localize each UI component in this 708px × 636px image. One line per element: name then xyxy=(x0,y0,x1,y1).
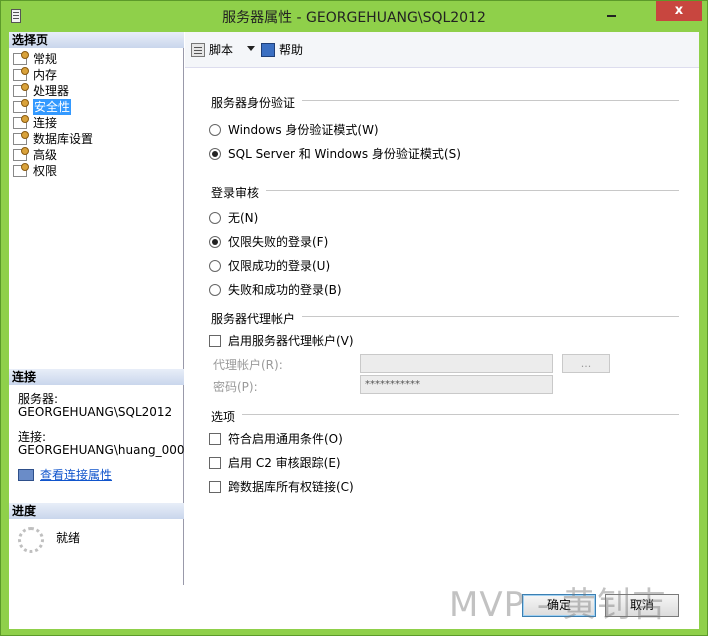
audit-both-radio[interactable]: 失败和成功的登录(B) xyxy=(209,281,342,298)
radio-button[interactable] xyxy=(209,283,221,296)
dialog-client: 选择页 常规 内存 处理器 安全性 连接 数据库设置 高级 权限 连接 服务器:… xyxy=(9,32,699,629)
auth-mixed-radio[interactable]: SQL Server 和 Windows 身份验证模式(S) xyxy=(209,145,461,162)
page-item-advanced[interactable]: 高级 xyxy=(13,147,93,163)
connection-properties-icon xyxy=(18,468,34,481)
page-item-memory[interactable]: 内存 xyxy=(13,67,93,83)
script-label: 脚本 xyxy=(209,43,234,57)
audit-failed-radio[interactable]: 仅限失败的登录(F) xyxy=(209,233,328,250)
checkbox[interactable] xyxy=(209,480,221,493)
proxy-group-title: 服务器代理帐户 xyxy=(211,312,296,326)
auth-mixed-label: SQL Server 和 Windows 身份验证模式(S) xyxy=(228,147,461,161)
page-label: 内存 xyxy=(33,68,58,82)
close-button[interactable]: x xyxy=(656,1,702,21)
minimize-button[interactable] xyxy=(605,7,619,19)
page-item-security[interactable]: 安全性 xyxy=(13,99,93,115)
script-icon xyxy=(191,42,205,57)
page-label: 安全性 xyxy=(33,99,72,115)
cross-db-chaining-label: 跨数据库所有权链接(C) xyxy=(228,480,354,494)
select-page-header: 选择页 xyxy=(9,32,184,48)
left-pane: 选择页 常规 内存 处理器 安全性 连接 数据库设置 高级 权限 连接 服务器:… xyxy=(9,32,185,585)
help-button[interactable]: 帮助 xyxy=(261,41,303,58)
page-icon xyxy=(13,67,29,81)
ok-button[interactable]: 确定 xyxy=(522,594,596,617)
checkbox[interactable] xyxy=(209,432,221,445)
auth-windows-label: Windows 身份验证模式(W) xyxy=(228,123,379,137)
page-icon xyxy=(13,99,29,113)
radio-button[interactable] xyxy=(209,235,221,248)
script-dropdown-arrow-icon[interactable] xyxy=(247,46,255,51)
checkbox[interactable] xyxy=(209,334,221,347)
connection-info: 服务器: GEORGEHUANG\SQL2012 连接: GEORGEHUANG… xyxy=(18,393,185,457)
script-button[interactable]: 脚本 xyxy=(191,41,233,58)
connection-value: GEORGEHUANG\huang_000 xyxy=(18,443,185,457)
options-group-title: 选项 xyxy=(211,410,236,424)
progress-spinner-icon xyxy=(18,527,44,553)
cancel-button[interactable]: 取消 xyxy=(605,594,679,617)
audit-success-label: 仅限成功的登录(U) xyxy=(228,259,331,273)
dialog-window: 服务器属性 - GEORGEHUANG\SQL2012 x 选择页 常规 内存 … xyxy=(0,0,708,636)
page-item-connections[interactable]: 连接 xyxy=(13,115,93,131)
toolbar: 脚本 帮助 xyxy=(185,32,699,68)
audit-none-radio[interactable]: 无(N) xyxy=(209,209,258,226)
audit-failed-label: 仅限失败的登录(F) xyxy=(228,235,329,249)
page-label: 处理器 xyxy=(33,84,70,98)
c2-audit-label: 启用 C2 审核跟踪(E) xyxy=(228,456,341,470)
enable-proxy-label: 启用服务器代理帐户(V) xyxy=(228,334,354,348)
browse-button[interactable]: ... xyxy=(562,354,610,373)
radio-button[interactable] xyxy=(209,259,221,272)
auth-group-divider xyxy=(302,100,679,101)
proxy-password-field[interactable]: *********** xyxy=(360,375,553,394)
common-criteria-checkbox[interactable]: 符合启用通用条件(O) xyxy=(209,430,343,447)
page-icon xyxy=(13,131,29,145)
title-bar[interactable]: 服务器属性 - GEORGEHUANG\SQL2012 x xyxy=(1,1,707,31)
view-connection-properties-label: 查看连接属性 xyxy=(40,468,113,482)
page-label: 连接 xyxy=(33,116,58,130)
progress-status: 就绪 xyxy=(56,531,81,545)
audit-none-label: 无(N) xyxy=(228,211,259,225)
common-criteria-label: 符合启用通用条件(O) xyxy=(228,432,343,446)
help-icon xyxy=(261,42,275,57)
page-item-processors[interactable]: 处理器 xyxy=(13,83,93,99)
proxy-password-label: 密码(P): xyxy=(213,380,258,394)
view-connection-properties-link[interactable]: 查看连接属性 xyxy=(18,466,112,483)
page-item-database-settings[interactable]: 数据库设置 xyxy=(13,131,93,147)
page-list: 常规 内存 处理器 安全性 连接 数据库设置 高级 权限 xyxy=(13,51,93,179)
page-label: 权限 xyxy=(33,164,58,178)
page-item-permissions[interactable]: 权限 xyxy=(13,163,93,179)
proxy-account-label: 代理帐户(R): xyxy=(213,358,283,372)
radio-button[interactable] xyxy=(209,147,221,160)
radio-button[interactable] xyxy=(209,123,221,136)
page-icon xyxy=(13,163,29,177)
audit-group-title: 登录审核 xyxy=(211,186,260,200)
window-title: 服务器属性 - GEORGEHUANG\SQL2012 xyxy=(222,10,486,26)
page-item-general[interactable]: 常规 xyxy=(13,51,93,67)
radio-button[interactable] xyxy=(209,211,221,224)
page-label: 高级 xyxy=(33,148,58,162)
connection-header: 连接 xyxy=(9,369,184,385)
help-label: 帮助 xyxy=(279,43,304,57)
page-label: 数据库设置 xyxy=(33,132,94,146)
page-icon xyxy=(13,51,29,65)
auth-group-title: 服务器身份验证 xyxy=(211,96,296,110)
page-icon xyxy=(13,115,29,129)
audit-success-radio[interactable]: 仅限成功的登录(U) xyxy=(209,257,330,274)
enable-proxy-checkbox[interactable]: 启用服务器代理帐户(V) xyxy=(209,332,354,349)
page-label: 常规 xyxy=(33,52,58,66)
c2-audit-checkbox[interactable]: 启用 C2 审核跟踪(E) xyxy=(209,454,341,471)
page-icon xyxy=(13,83,29,97)
cross-db-chaining-checkbox[interactable]: 跨数据库所有权链接(C) xyxy=(209,478,354,495)
server-value: GEORGEHUANG\SQL2012 xyxy=(18,405,173,419)
checkbox[interactable] xyxy=(209,456,221,469)
proxy-account-field[interactable] xyxy=(360,354,553,373)
page-icon xyxy=(13,147,29,161)
audit-group-divider xyxy=(266,190,679,191)
progress-header: 进度 xyxy=(9,503,184,519)
options-group-divider xyxy=(242,414,679,415)
proxy-group-divider xyxy=(302,316,679,317)
right-pane: 脚本 帮助 服务器身份验证 Windows 身份验证模式(W) SQL Serv… xyxy=(185,32,699,585)
audit-both-label: 失败和成功的登录(B) xyxy=(228,283,342,297)
auth-windows-radio[interactable]: Windows 身份验证模式(W) xyxy=(209,121,379,138)
